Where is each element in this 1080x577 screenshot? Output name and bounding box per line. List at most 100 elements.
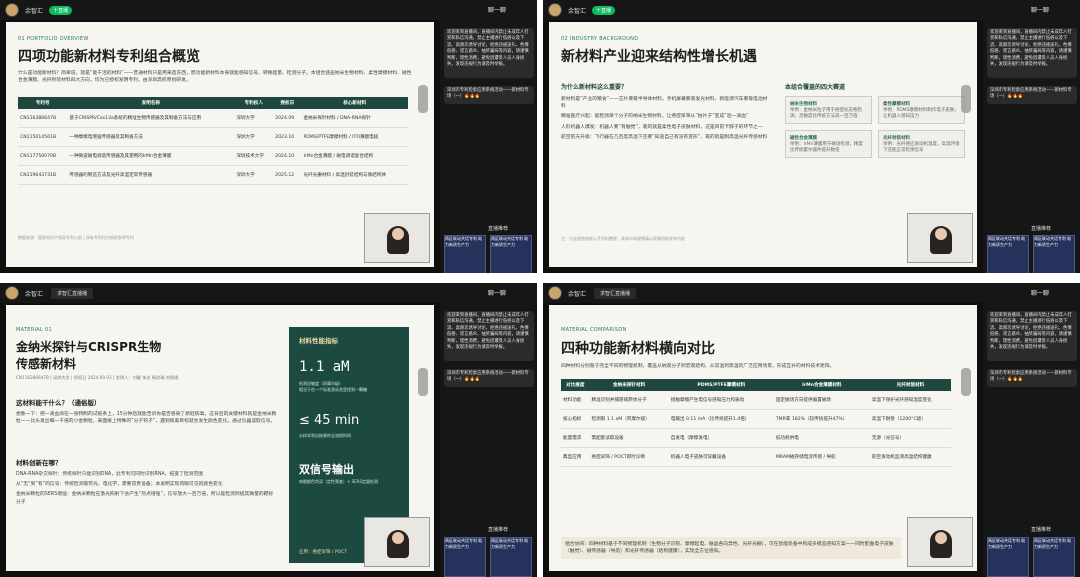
tab-live[interactable]: 求智汇直播播: [594, 287, 637, 299]
q-heading: 这材料能干什么？（通俗版）: [16, 399, 101, 407]
slide: MATERIAL 01 金纳米探针与CRISPR生物传感新材料 CN116386…: [6, 305, 434, 571]
cell: 深圳技术大学: [234, 146, 274, 166]
table-row: 能量需求 需配套读取设备 自发电（摩擦发电） 低功耗供电 无源（光信号）: [561, 428, 951, 448]
scroll-handle[interactable]: [418, 368, 428, 396]
recommend-thumb[interactable]: 两区联动共话专利 助力新质生产力: [490, 235, 532, 273]
slide: 02 INDUSTRY BACKGROUND 新材料产业迎来结构性增长机遇 为什…: [549, 22, 977, 267]
card-desc: 举例：金纳米粒子用于癌症标志物检测，灵敏度比传统方法高一百万倍: [790, 108, 862, 119]
slide-footer: 注：行业趋势依据公开资料整理，具体市场规模请以权威机构发布为准: [561, 236, 685, 241]
slide: MATERIAL COMPARISON 四种功能新材料横向对比 四种材料分别基于…: [549, 305, 977, 571]
host-avatar[interactable]: [548, 286, 562, 300]
host-avatar[interactable]: [5, 286, 19, 300]
cell: 材料功能: [561, 391, 590, 410]
cell: CN116386647B: [18, 109, 68, 128]
slide-kicker: MATERIAL 01: [16, 327, 52, 333]
live-window-3: 余智汇 求智汇直播播 MATERIAL 01 金纳米探针与CRISPR生物传感新…: [0, 283, 537, 577]
cell: 高温下保护光纤感知温度变化: [869, 391, 951, 410]
metric-value: 双信号输出: [299, 463, 354, 476]
table-header: IrMn合金薄膜材料: [773, 379, 870, 391]
track-card: 磁性合金薄膜 举例：IrMn薄膜用于磁场检测，精度比传统霍尔器件提升数倍: [785, 130, 872, 158]
table-header: 授权日: [273, 97, 302, 109]
cell: 接触摩擦产生电信号感知压力和振动: [668, 391, 774, 410]
table-row: CN115014561B 一种摩擦电增强传感器及其制备方法 深圳大学 2023.10 P…: [18, 127, 408, 147]
host-avatar[interactable]: [548, 3, 562, 17]
table-header: 专利权人: [234, 97, 274, 109]
right-title: 聊一聊: [488, 290, 507, 297]
bullet-list: 新材料是“产业的粮食”——芯片要靠半导体材料，手机屏幕要靠发光材料，新能源汽车要…: [561, 96, 771, 141]
summary-box: 组合协同：四种材料基于不同物理机制（生物分子识别、摩擦起电、磁晶各向异性、光纤光…: [561, 537, 901, 560]
recommend-thumb[interactable]: 两区联动共话专利 助力新质生产力: [987, 235, 1029, 273]
right-panel: 聊一聊 欢迎来到直播间，直播间内禁止未成年人打赏和私信沟通，禁止主播进行低俗以及…: [440, 0, 537, 273]
cell: MRAM磁存储电流传感 / 导航: [773, 447, 870, 467]
metric-desc: 检测灵敏度（阿摩尔级） 相当于在一个标准游泳池里找到一颗糖: [299, 381, 367, 392]
cell: IrMn合金薄膜 / 磁电调谐复合结构: [301, 146, 408, 166]
scroll-handle[interactable]: [418, 85, 428, 113]
chat-message: 欢迎来到直播间，直播间内禁止未成年人打赏和私信沟通，禁止主播进行低俗以及下流、高…: [987, 311, 1077, 361]
live-window-1: 余智汇 十直播 01 PORTFOLIO OVERVIEW 四项功能新材料专利组…: [0, 0, 537, 273]
webcam-view: [364, 517, 430, 567]
recommend-label: 直播推荐: [488, 226, 509, 232]
recommend-thumb[interactable]: 两区联动共话专利 助力新质生产力: [1033, 235, 1075, 273]
table-row: CN116386647B 基于CRISPR/Cas13a系统的精准生物传感器及其制…: [18, 109, 408, 128]
right-panel: 聊一聊 欢迎来到直播间，直播间内禁止未成年人打赏和私信沟通，禁止主播进行低俗以及…: [983, 0, 1080, 273]
cell: 一种摩擦电增强传感器及其制备方法: [67, 127, 235, 147]
chat-message: 深圳市专利检索应用系统活动——新材料专场（一）🔥🔥🔥: [444, 86, 534, 104]
bullet-item: 人形机器人爆发：机器人要“有触觉”，靠的就是柔性电子皮肤材料，这是目前卡脖子的环…: [561, 124, 763, 130]
host-avatar[interactable]: [5, 3, 19, 17]
cell: 一种微波磁电调谐传感器及其使用的IrMn合金薄膜: [67, 146, 235, 166]
innov-item: 金纳米颗粒的SERS增强：金纳米颗粒在激光照射下会产生“热点增强”，信号放大一百…: [16, 492, 274, 505]
cell: 能量需求: [561, 428, 590, 448]
cell: 深圳大学: [234, 165, 274, 185]
chat-message: 深圳市专利检索应用系统活动——新材料专场（一）🔥🔥🔥: [987, 369, 1077, 387]
recommend-thumb[interactable]: 两区联动共话专利 助力新质生产力: [490, 537, 532, 577]
slide-kicker: 02 INDUSTRY BACKGROUND: [561, 36, 639, 42]
metric-desc: 肉眼颜色判读（定性筛查）+ SERS定量检测: [299, 479, 379, 484]
left-heading: 为什么新材料这么重要？: [561, 84, 628, 91]
cell: 核心指标: [561, 409, 590, 429]
cell: CN119643731B: [18, 165, 68, 185]
cell: 2024.09: [273, 109, 302, 128]
slide-kicker: MATERIAL COMPARISON: [561, 327, 627, 333]
table-row: CN119643731B 传感器的制造方法及光纤高温定常传感器 深圳大学 2025.1…: [18, 165, 408, 185]
scroll-handle[interactable]: [961, 85, 971, 113]
cell: CN115014561B: [18, 127, 68, 147]
table-header: 光纤封装材料: [869, 379, 951, 391]
recommend-thumb[interactable]: 两区联动共话专利 助力新质生产力: [1033, 537, 1075, 577]
cell: 检测限 1.1 aM（阿摩尔级）: [589, 409, 669, 429]
card-desc: 举例：PDMS摩擦材料制作电子皮肤，让机器人感知压力: [883, 108, 959, 119]
table-header: 核心新材料: [301, 97, 408, 109]
cell: CN117750070B: [18, 146, 68, 166]
cell: 2024.10: [273, 146, 302, 166]
table-row: 典型应用 癌症早筛 / POCT即时诊断 机器人电子皮肤可穿戴设备 MRAM磁存储电流…: [561, 447, 951, 467]
slide-title: 四种功能新材料横向对比: [561, 341, 715, 357]
card-desc: 举例：光纤感应发动机温度，高温环境下还能正常检测信号: [883, 142, 960, 153]
cell: 固定磁场方向提供偏置磁场: [773, 391, 870, 410]
table-header: 发明名称: [67, 97, 235, 109]
chat-message: 深圳市专利检索应用系统活动——新材料专场（一）🔥🔥🔥: [987, 86, 1077, 104]
patent-table: 专利号 发明名称 专利权人 授权日 核心新材料 CN116386647B 基于CR…: [18, 97, 408, 185]
scroll-handle[interactable]: [961, 368, 971, 396]
q-text: 想象一下：把一滴血滴在一张特制的试纸条上，15分钟后就能告诉你是否感染了新冠病毒…: [16, 412, 277, 425]
cell: PDMS/PTFE摩擦材料 / ITO薄膜电极: [301, 127, 408, 147]
innov-list: DNA-RNA杂交探针：传统探针只能识别DNA，此专利可同时识别RNA，拓宽了检…: [16, 471, 278, 506]
chat-message: 欢迎来到直播间，直播间内禁止未成年人打赏和私信沟通，禁止主播进行低俗以及下流、高…: [444, 311, 534, 361]
cell: 典型应用: [561, 447, 590, 467]
cell: 传感器的制造方法及光纤高温定常传感器: [67, 165, 235, 185]
cell: 无源（光信号）: [869, 428, 951, 448]
recommend-thumb[interactable]: 两区联动共话专利 助力新质生产力: [444, 235, 486, 273]
recommend-thumb[interactable]: 两区联动共话专利 助力新质生产力: [987, 537, 1029, 577]
cell: 基于CRISPR/Cas13a系统的精准生物传感器及其制备方法与应用: [67, 109, 235, 128]
live-badge[interactable]: 十直播: [592, 5, 616, 15]
recommend-thumb[interactable]: 两区联动共话专利 助力新质生产力: [444, 537, 486, 577]
table-header: 专利号: [18, 97, 68, 109]
slide-title: 四项功能新材料专利组合概览: [18, 49, 200, 65]
cell: 低功耗供电: [773, 428, 870, 448]
track-card: 纳米生物材料 举例：金纳米粒子用于癌症标志物检测，灵敏度比传统方法高一百万倍: [785, 96, 872, 124]
cell: 光纤光栅材料 / 高温封装结构与微结构体: [301, 165, 408, 185]
tab-live[interactable]: 求智汇直播播: [51, 287, 94, 299]
webcam-view: [364, 213, 430, 263]
cell: 2025.12: [273, 165, 302, 185]
live-badge[interactable]: 十直播: [49, 5, 73, 15]
host-name: 余智汇: [25, 7, 44, 15]
right-title: 聊一聊: [1031, 290, 1050, 297]
